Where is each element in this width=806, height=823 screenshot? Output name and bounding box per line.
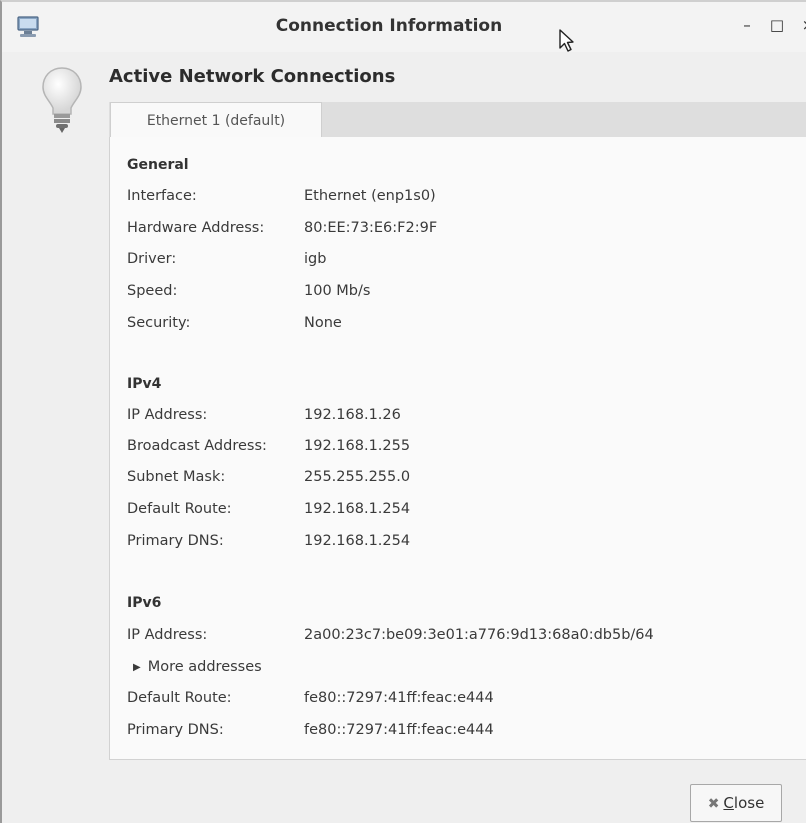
lightbulb-icon: [42, 67, 82, 133]
broadcast-address-label: Broadcast Address:: [127, 438, 267, 454]
mouse-pointer-icon: [559, 29, 574, 52]
window-title: Connection Information: [275, 16, 503, 36]
subnet-mask-label: Subnet Mask:: [127, 469, 226, 485]
interface-value: Ethernet (enp1s0): [304, 188, 436, 204]
close-button-mnemonic: C: [723, 794, 734, 812]
hardware-address-value: 80:EE:73:E6:F2:9F: [304, 220, 438, 236]
hardware-address-label: Hardware Address:: [127, 220, 265, 236]
ipv4-ip-address-value: 192.168.1.26: [304, 407, 401, 423]
section-ipv4-title: IPv4: [127, 376, 162, 392]
section-ipv6-title: IPv6: [127, 595, 162, 611]
security-value: None: [304, 315, 342, 331]
close-button[interactable]: ✖ Close: [690, 784, 782, 822]
ipv4-primary-dns-label: Primary DNS:: [127, 533, 224, 549]
ipv4-default-route-label: Default Route:: [127, 501, 232, 517]
driver-label: Driver:: [127, 251, 177, 267]
section-general-title: General: [127, 157, 189, 173]
close-x-icon: ✖: [707, 796, 720, 812]
ipv6-default-route-value: fe80::7297:41ff:feac:e444: [304, 690, 494, 706]
connection-information-window: Connection Information – □ × Active Netw…: [0, 0, 806, 823]
driver-value: igb: [304, 251, 327, 267]
subnet-mask-value: 255.255.255.0: [304, 469, 411, 485]
speed-label: Speed:: [127, 283, 178, 299]
ipv4-default-route-value: 192.168.1.254: [304, 501, 411, 517]
maximize-button[interactable]: □: [768, 16, 786, 34]
ipv6-default-route-label: Default Route:: [127, 690, 232, 706]
ipv6-ip-address-value: 2a00:23c7:be09:3e01:a776:9d13:68a0:db5b/…: [304, 627, 654, 643]
ipv6-primary-dns-label: Primary DNS:: [127, 722, 224, 738]
more-addresses-label: More addresses: [147, 659, 262, 675]
ipv4-ip-address-label: IP Address:: [127, 407, 208, 423]
broadcast-address-value: 192.168.1.255: [304, 438, 411, 454]
security-label: Security:: [127, 315, 191, 331]
minimize-button[interactable]: –: [738, 16, 756, 34]
interface-label: Interface:: [127, 188, 197, 204]
close-button-label: lose: [733, 794, 765, 812]
page-title: Active Network Connections: [109, 66, 396, 87]
ipv6-ip-address-label: IP Address:: [127, 627, 208, 643]
more-addresses-expander[interactable]: ▶ More addresses: [133, 659, 262, 675]
ipv4-primary-dns-value: 192.168.1.254: [304, 533, 411, 549]
ipv6-primary-dns-value: fe80::7297:41ff:feac:e444: [304, 722, 494, 738]
close-window-button[interactable]: ×: [799, 16, 806, 34]
title-bar[interactable]: Connection Information – □ ×: [2, 2, 806, 52]
expander-triangle-icon: ▶: [133, 662, 141, 673]
speed-value: 100 Mb/s: [304, 283, 371, 299]
tab-ethernet-1[interactable]: Ethernet 1 (default): [110, 102, 322, 138]
